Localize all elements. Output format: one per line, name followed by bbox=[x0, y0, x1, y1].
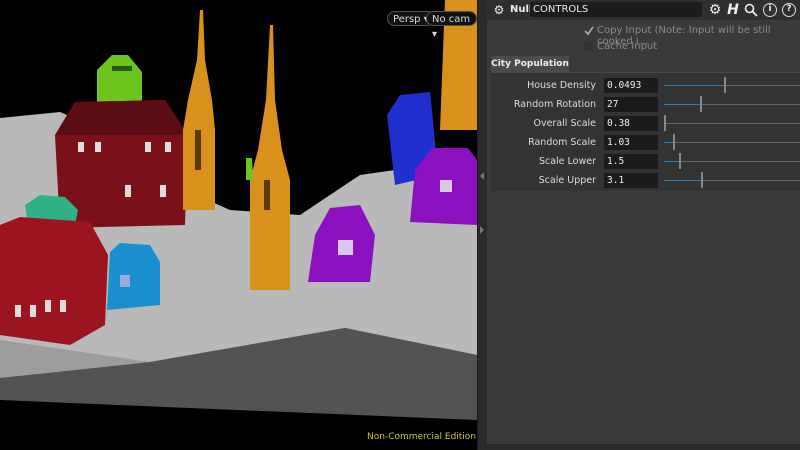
small-green-object bbox=[246, 158, 253, 180]
city-scene bbox=[0, 0, 477, 450]
param-value-field[interactable]: 0.38 bbox=[604, 116, 658, 131]
help-icon[interactable]: ? bbox=[782, 3, 796, 17]
slider-fill bbox=[664, 161, 681, 162]
slider-handle[interactable] bbox=[672, 134, 675, 150]
param-label: Scale Lower bbox=[538, 156, 596, 167]
light-blue-house bbox=[107, 243, 160, 310]
slider-fill bbox=[664, 104, 701, 105]
collapse-left-icon[interactable] bbox=[480, 172, 484, 180]
parameter-panel: ⚙ Null CONTROLS ⚙ H i ? Copy Input (Note… bbox=[487, 0, 800, 450]
param-slider[interactable] bbox=[664, 134, 800, 150]
param-slider[interactable] bbox=[664, 153, 800, 169]
param-row-random-scale: Random Scale 1.03 bbox=[491, 133, 800, 152]
slider-handle[interactable] bbox=[701, 172, 704, 188]
param-value-field[interactable]: 27 bbox=[604, 97, 658, 112]
param-label: Random Rotation bbox=[513, 99, 596, 110]
param-row-scale-upper: Scale Upper 3.1 bbox=[491, 171, 800, 190]
gear-icon[interactable]: ⚙ bbox=[708, 3, 722, 17]
cache-input-option[interactable]: Cache Input bbox=[584, 41, 657, 52]
node-type-label: Null bbox=[510, 4, 533, 15]
collapse-right-icon[interactable] bbox=[480, 226, 484, 234]
param-row-scale-lower: Scale Lower 1.5 bbox=[491, 152, 800, 171]
camera-select-button[interactable]: No cam ▾ bbox=[426, 11, 477, 40]
param-label: Random Scale bbox=[528, 137, 596, 148]
parameter-list: House Density 0.0493 Random Rotation 27 … bbox=[491, 73, 800, 191]
node-name-field[interactable]: CONTROLS bbox=[530, 2, 702, 17]
tab-city-population[interactable]: City Population bbox=[491, 56, 569, 72]
edition-watermark: Non-Commercial Edition bbox=[367, 432, 477, 442]
slider-handle[interactable] bbox=[679, 153, 682, 169]
3d-viewport[interactable]: Persp ▾ No cam ▾ Non-Commercial Edition bbox=[0, 0, 477, 450]
param-value-field[interactable]: 1.03 bbox=[604, 135, 658, 150]
param-row-random-rotation: Random Rotation 27 bbox=[491, 95, 800, 114]
houdini-h-icon[interactable]: H bbox=[726, 3, 740, 17]
param-slider[interactable] bbox=[664, 77, 800, 93]
slider-fill bbox=[664, 180, 703, 181]
param-slider[interactable] bbox=[664, 115, 800, 131]
param-row-house-density: House Density 0.0493 bbox=[491, 76, 800, 95]
checkmark-icon bbox=[584, 26, 594, 36]
param-value-field[interactable]: 1.5 bbox=[604, 154, 658, 169]
param-slider[interactable] bbox=[664, 96, 800, 112]
param-value-field[interactable]: 0.0493 bbox=[604, 78, 658, 93]
cache-input-checkbox[interactable] bbox=[584, 42, 593, 51]
panel-bottom-bar bbox=[487, 444, 800, 450]
panel-header: ⚙ Null CONTROLS ⚙ H i ? bbox=[487, 0, 800, 20]
node-gear-icon[interactable]: ⚙ bbox=[492, 3, 506, 17]
param-label: Scale Upper bbox=[538, 175, 596, 186]
slider-fill bbox=[664, 85, 726, 86]
search-icon[interactable] bbox=[744, 3, 758, 17]
param-slider[interactable] bbox=[664, 172, 800, 188]
param-label: Overall Scale bbox=[533, 118, 596, 129]
param-label: House Density bbox=[527, 80, 596, 91]
slider-handle[interactable] bbox=[664, 115, 666, 131]
param-row-overall-scale: Overall Scale 0.38 bbox=[491, 114, 800, 133]
slider-handle[interactable] bbox=[724, 77, 727, 93]
param-value-field[interactable]: 3.1 bbox=[604, 173, 658, 188]
slider-handle[interactable] bbox=[699, 96, 702, 112]
info-icon[interactable]: i bbox=[763, 3, 777, 17]
red-house-front bbox=[0, 217, 108, 345]
